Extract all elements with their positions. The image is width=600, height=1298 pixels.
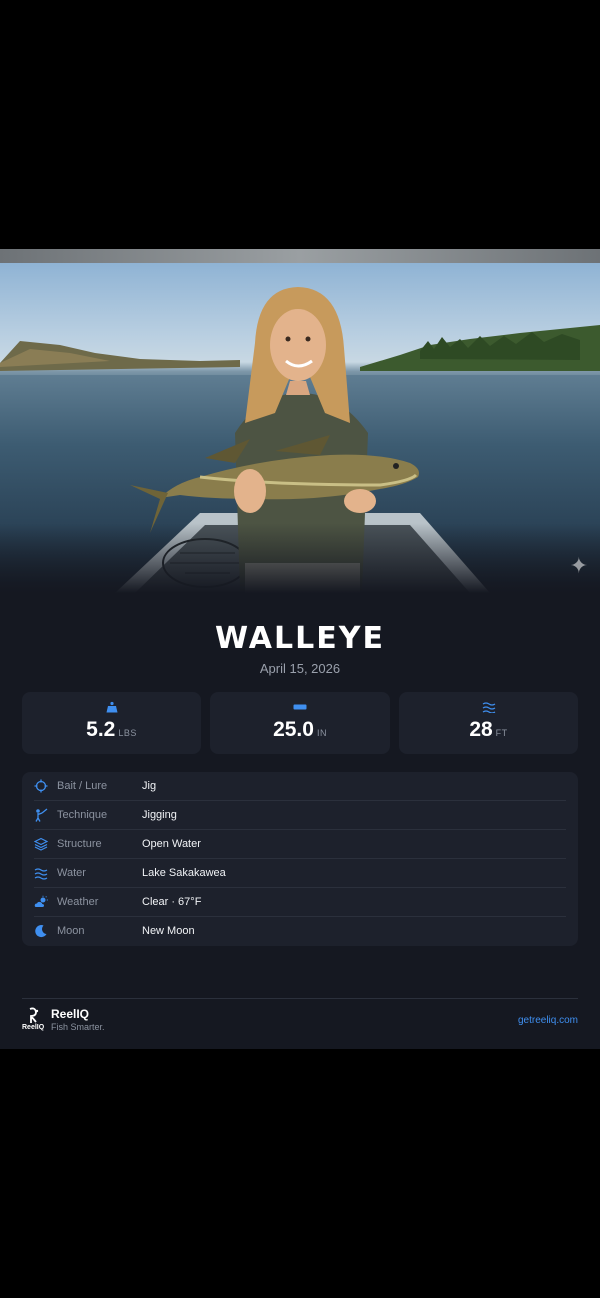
partly-cloudy-icon: [34, 895, 48, 909]
detail-label: Technique: [57, 809, 108, 821]
depth-waves-icon: [399, 701, 578, 715]
detail-label: Structure: [57, 838, 102, 850]
detail-value: Clear · 67°F: [142, 896, 202, 908]
detail-row-weather: Weather Clear · 67°F: [22, 888, 578, 917]
detail-row-technique: Technique Jigging: [22, 801, 578, 830]
detail-row-moon: Moon New Moon: [22, 917, 578, 946]
card-top-bar: [0, 249, 600, 263]
layers-icon: [33, 837, 49, 851]
catch-stats: 5.2 LBS 25.0 IN 28 FT: [22, 692, 578, 754]
detail-value: New Moon: [142, 925, 195, 937]
weight-icon: [22, 701, 201, 715]
water-waves-icon: [34, 866, 48, 880]
detail-row-structure: Structure Open Water: [22, 830, 578, 859]
angler-icon: [34, 808, 48, 822]
sparkle-icon: ✦: [569, 553, 588, 578]
crosshair-icon: [34, 779, 48, 793]
website-link[interactable]: getreeliq.com: [518, 1015, 578, 1026]
photo-gradient-overlay: [0, 523, 600, 593]
detail-label: Water: [57, 867, 86, 879]
length-unit: IN: [316, 728, 327, 738]
catch-details: Bait / Lure Jig Technique Jigging Struct…: [22, 772, 578, 946]
catch-card: ✦ WALLEYE April 15, 2026 5.2LBS 25.0IN: [0, 249, 600, 1049]
detail-row-bait: Bait / Lure Jig: [22, 772, 578, 801]
detail-label: Moon: [57, 925, 85, 937]
weight-stat: 5.2 LBS: [22, 692, 201, 754]
brand-tagline: Fish Smarter.: [51, 1022, 105, 1032]
detail-value: Lake Sakakawea: [142, 867, 226, 879]
species-title: WALLEYE: [215, 621, 385, 656]
weight-value: 5.2: [86, 718, 116, 741]
detail-value: Open Water: [142, 838, 201, 850]
depth-unit: FT: [495, 728, 508, 738]
footer-divider: [22, 998, 578, 999]
detail-value: Jigging: [142, 809, 177, 821]
detail-row-water: Water Lake Sakakawea: [22, 859, 578, 888]
depth-value: 28: [469, 718, 493, 741]
catch-photo: ✦: [0, 263, 600, 593]
moon-icon: [34, 924, 48, 938]
length-value: 25.0: [273, 718, 314, 741]
weight-unit: LBS: [118, 728, 137, 738]
detail-value: Jig: [142, 780, 157, 792]
ruler-icon: [210, 701, 390, 715]
catch-date: April 15, 2026: [259, 661, 341, 676]
depth-stat: 28 FT: [399, 692, 578, 754]
detail-label: Bait / Lure: [57, 780, 108, 792]
detail-label: Weather: [57, 896, 99, 908]
length-stat: 25.0 IN: [210, 692, 390, 754]
brand-name: ReelIQ: [51, 1007, 90, 1021]
logo-wordmark: ReelIQ: [22, 1024, 45, 1031]
